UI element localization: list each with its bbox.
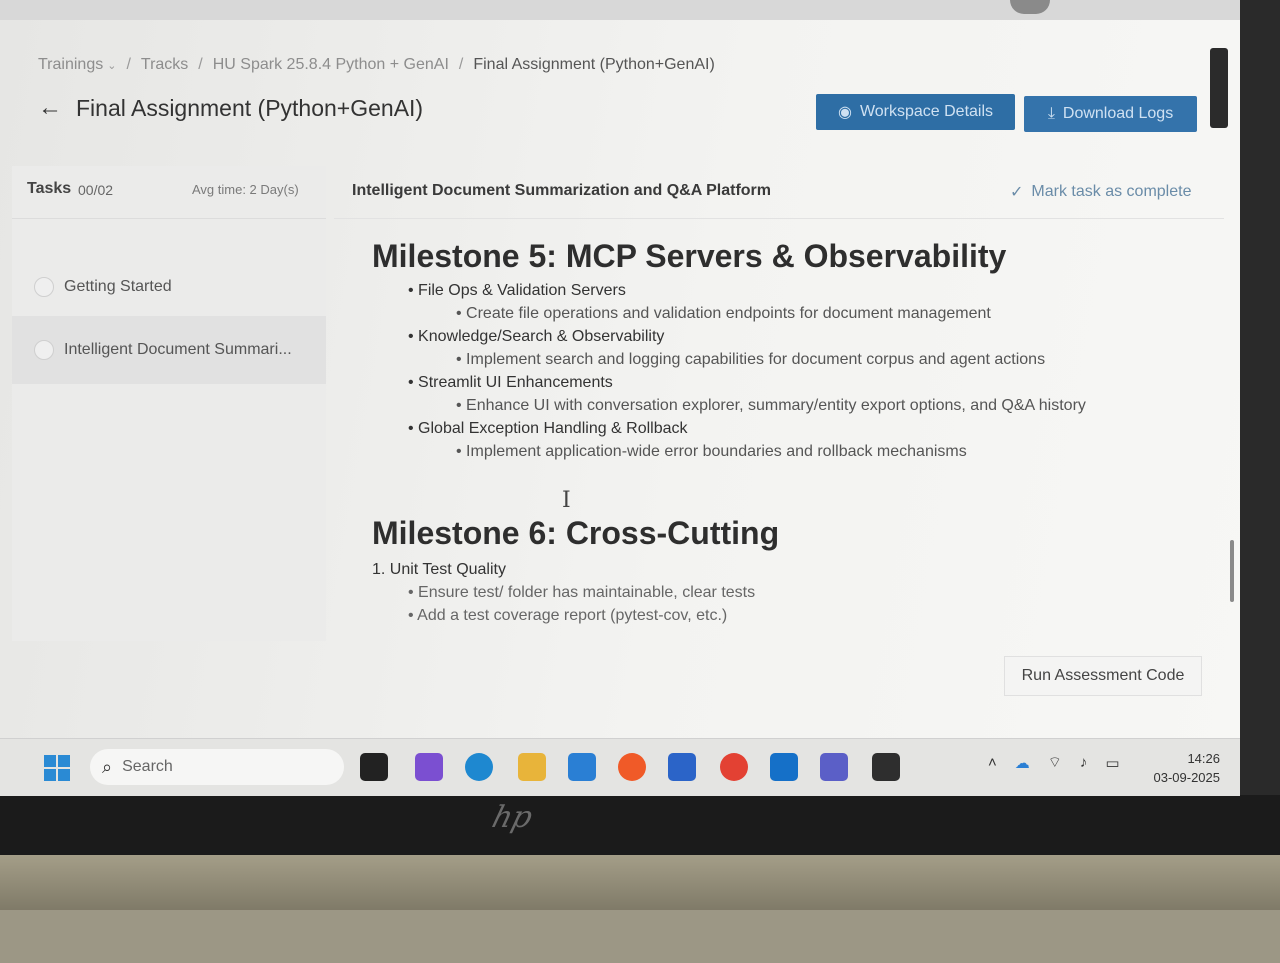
breadcrumb-separator: / (198, 56, 203, 73)
chevron-up-icon[interactable]: ˄ (988, 754, 997, 771)
milestone-5-detail: Implement search and logging capabilitie… (456, 348, 1212, 371)
postman-icon[interactable] (618, 753, 646, 781)
page-title: Final Assignment (Python+GenAI) (76, 94, 424, 121)
workspace-details-button[interactable]: ◉ Workspace Details (816, 94, 1015, 130)
content-scrollbar[interactable] (1230, 540, 1234, 602)
clock-date: 03-09-2025 (1153, 770, 1221, 785)
task-status-radio (34, 277, 54, 297)
laptop-base (0, 910, 1280, 963)
milestone-6-bullet: Ensure test/ folder has maintainable, cl… (408, 581, 1212, 604)
volume-icon[interactable]: ♪ (1080, 754, 1088, 771)
taskbar: ⌕ Search ˄ ☁ ⌔ ♪ ▭ 14:26 03-09-2025 (0, 738, 1240, 796)
mark-complete-label: Mark task as complete (1031, 183, 1192, 200)
breadcrumb-current: Final Assignment (Python+GenAI) (473, 56, 715, 73)
task-title: Intelligent Document Summarization and Q… (352, 182, 771, 199)
task-header: Intelligent Document Summarization and Q… (334, 166, 1224, 219)
breadcrumb-tracks[interactable]: Tracks (141, 56, 188, 74)
system-tray: ˄ ☁ ⌔ ♪ ▭ (988, 753, 1120, 772)
task-item-label: Getting Started (64, 278, 172, 295)
edge-browser-icon[interactable] (465, 753, 493, 781)
milestone-6-bullet: Add a test coverage report (pytest-cov, … (408, 604, 1212, 627)
milestone-5-detail: Enhance UI with conversation explorer, s… (456, 394, 1212, 417)
taskbar-clock[interactable]: 14:26 03-09-2025 (1150, 749, 1221, 787)
breadcrumb-training[interactable]: HU Spark 25.8.4 Python + GenAI (213, 56, 449, 74)
milestone-5-heading: Knowledge/Search & Observability (408, 325, 1212, 348)
milestone-6-item: 1. Unit Test Quality (372, 561, 506, 578)
run-assessment-button[interactable]: Run Assessment Code (1004, 656, 1202, 696)
file-explorer-icon[interactable] (518, 753, 546, 781)
milestone-5-heading: Streamlit UI Enhancements (408, 371, 1212, 394)
laptop-hinge (0, 855, 1280, 915)
search-icon: ⌕ (102, 756, 113, 777)
task-item-intelligent-document[interactable]: Intelligent Document Summari... (12, 316, 326, 384)
microsoft-store-icon[interactable] (668, 753, 696, 781)
screen: Trainings ⌄ / Tracks / HU Spark 25.8.4 Py… (0, 20, 1240, 796)
download-logs-button[interactable]: ⤓ Download Logs (1024, 96, 1197, 132)
chevron-down-icon: ⌄ (107, 60, 117, 72)
milestone-5-heading: Global Exception Handling & Rollback (408, 417, 1212, 440)
wifi-icon[interactable]: ⌔ (1048, 753, 1062, 772)
teams-icon[interactable] (820, 753, 848, 781)
task-item-getting-started[interactable]: Getting Started (12, 254, 326, 320)
task-item-label: Intelligent Document Summari... (64, 341, 292, 358)
breadcrumb-separator: / (126, 56, 131, 73)
task-content: Milestone 5: MCP Servers & Observability… (372, 238, 1212, 627)
windows-start-icon[interactable] (44, 755, 70, 781)
side-panel-toggle[interactable] (1210, 48, 1228, 128)
milestone-5-heading: File Ops & Validation Servers (408, 279, 1212, 302)
terminal-icon[interactable] (872, 753, 900, 781)
taskbar-search[interactable]: ⌕ Search (90, 749, 344, 785)
back-arrow-icon[interactable]: ← (38, 94, 62, 122)
eye-icon: ◉ (837, 104, 852, 121)
text-cursor-icon: I (562, 488, 571, 513)
milestone-5-detail: Create file operations and validation en… (456, 302, 1212, 325)
checkmark-icon: ✓ (1010, 184, 1024, 201)
task-status-radio (34, 340, 54, 360)
clock-time: 14:26 (1187, 751, 1220, 766)
breadcrumb-separator: / (458, 56, 464, 73)
chrome-icon[interactable] (720, 753, 748, 781)
breadcrumb-trainings[interactable]: Trainings ⌄ (38, 56, 116, 74)
milestone-5-title: Milestone 5: MCP Servers & Observability (372, 238, 1007, 274)
search-placeholder: Search (122, 758, 173, 775)
tasks-label: Tasks (27, 180, 72, 197)
tasks-header: Tasks 00/02 Avg time: 2 Day(s) (12, 166, 326, 219)
page-header: ← Final Assignment (Python+GenAI) (38, 94, 423, 122)
download-logs-label: Download Logs (1062, 105, 1174, 122)
battery-icon[interactable]: ▭ (1105, 754, 1119, 772)
milestone-6-title: Milestone 6: Cross-Cutting (372, 515, 780, 551)
outlook-icon[interactable] (770, 753, 798, 781)
onedrive-icon[interactable]: ☁ (1015, 754, 1030, 772)
tasks-panel: Tasks 00/02 Avg time: 2 Day(s) Getting S… (12, 166, 326, 641)
workspace-details-label: Workspace Details (859, 103, 994, 120)
milestone-5-detail: Implement application-wide error boundar… (456, 440, 1212, 463)
download-icon: ⤓ (1047, 105, 1055, 122)
monitor-right-edge (1240, 0, 1280, 800)
microsoft-365-icon[interactable] (415, 753, 443, 781)
avg-time: Avg time: 2 Day(s) (192, 182, 299, 197)
task-view-icon[interactable] (360, 753, 388, 781)
mark-complete-button[interactable]: ✓ Mark task as complete (1010, 182, 1191, 202)
tasks-count: 00/02 (78, 182, 114, 198)
vscode-icon[interactable] (568, 753, 596, 781)
breadcrumb: Trainings ⌄ / Tracks / HU Spark 25.8.4 Py… (38, 56, 715, 74)
